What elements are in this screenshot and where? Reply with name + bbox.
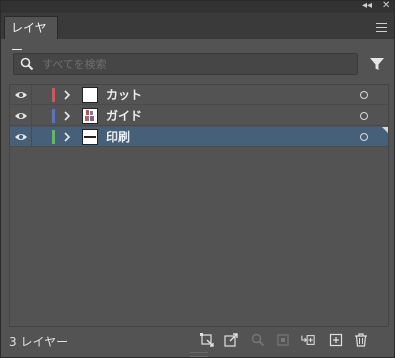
layer-row[interactable]: ガイド bbox=[10, 106, 388, 126]
layer-thumbnail bbox=[82, 87, 98, 103]
target-circle-icon[interactable] bbox=[360, 112, 368, 120]
new-layer-icon[interactable] bbox=[329, 333, 343, 347]
search-icon bbox=[20, 57, 34, 71]
layer-thumbnail bbox=[82, 108, 98, 124]
tab-layers[interactable]: レイヤー bbox=[4, 16, 58, 57]
resize-grip[interactable] bbox=[190, 352, 208, 357]
locate-object-icon bbox=[251, 333, 265, 347]
layer-color-swatch bbox=[52, 109, 55, 123]
chevron-right-icon[interactable] bbox=[63, 111, 71, 121]
visibility-eye-icon[interactable] bbox=[14, 131, 28, 143]
panel-title-strip: ◂◂ ✕ bbox=[1, 0, 394, 13]
export-icon[interactable] bbox=[224, 333, 238, 347]
layer-count: 3 レイヤー bbox=[9, 335, 69, 349]
selection-indicator bbox=[382, 127, 388, 133]
collapse-panel-icon[interactable]: ◂◂ bbox=[362, 0, 372, 12]
layer-row[interactable]: 印刷 bbox=[10, 127, 388, 147]
layers-list: カット ガイド 印刷 bbox=[9, 84, 389, 327]
search-field[interactable] bbox=[13, 53, 358, 75]
lock-toggle-cell[interactable] bbox=[31, 127, 32, 147]
tab-bar: レイヤー bbox=[1, 13, 394, 57]
lock-toggle-cell[interactable] bbox=[31, 106, 32, 126]
close-panel-icon[interactable]: ✕ bbox=[382, 0, 390, 12]
layer-color-swatch bbox=[52, 88, 55, 102]
panel-menu-icon[interactable] bbox=[376, 23, 387, 32]
layer-name[interactable]: カット bbox=[106, 87, 142, 103]
layer-name[interactable]: ガイド bbox=[106, 108, 142, 124]
delete-icon[interactable] bbox=[354, 333, 368, 347]
layer-color-swatch bbox=[52, 130, 55, 144]
layers-panel: ◂◂ ✕ レイヤー カットガイド印刷 3 レイヤー bbox=[0, 0, 395, 358]
new-sublayer-icon[interactable] bbox=[301, 333, 315, 347]
visibility-eye-icon[interactable] bbox=[14, 89, 28, 101]
visibility-eye-icon[interactable] bbox=[14, 110, 28, 122]
collect-for-export-icon[interactable] bbox=[200, 333, 214, 347]
target-circle-icon[interactable] bbox=[360, 91, 368, 99]
lock-toggle-cell[interactable] bbox=[31, 85, 32, 105]
layer-row[interactable]: カット bbox=[10, 85, 388, 105]
layer-thumbnail bbox=[82, 129, 98, 145]
chevron-right-icon[interactable] bbox=[63, 132, 71, 142]
layer-name[interactable]: 印刷 bbox=[106, 129, 130, 145]
search-input[interactable] bbox=[42, 56, 342, 72]
chevron-right-icon[interactable] bbox=[63, 90, 71, 100]
filter-icon[interactable] bbox=[369, 56, 385, 72]
make-clipping-mask-icon bbox=[277, 334, 289, 346]
target-circle-icon[interactable] bbox=[360, 133, 368, 141]
